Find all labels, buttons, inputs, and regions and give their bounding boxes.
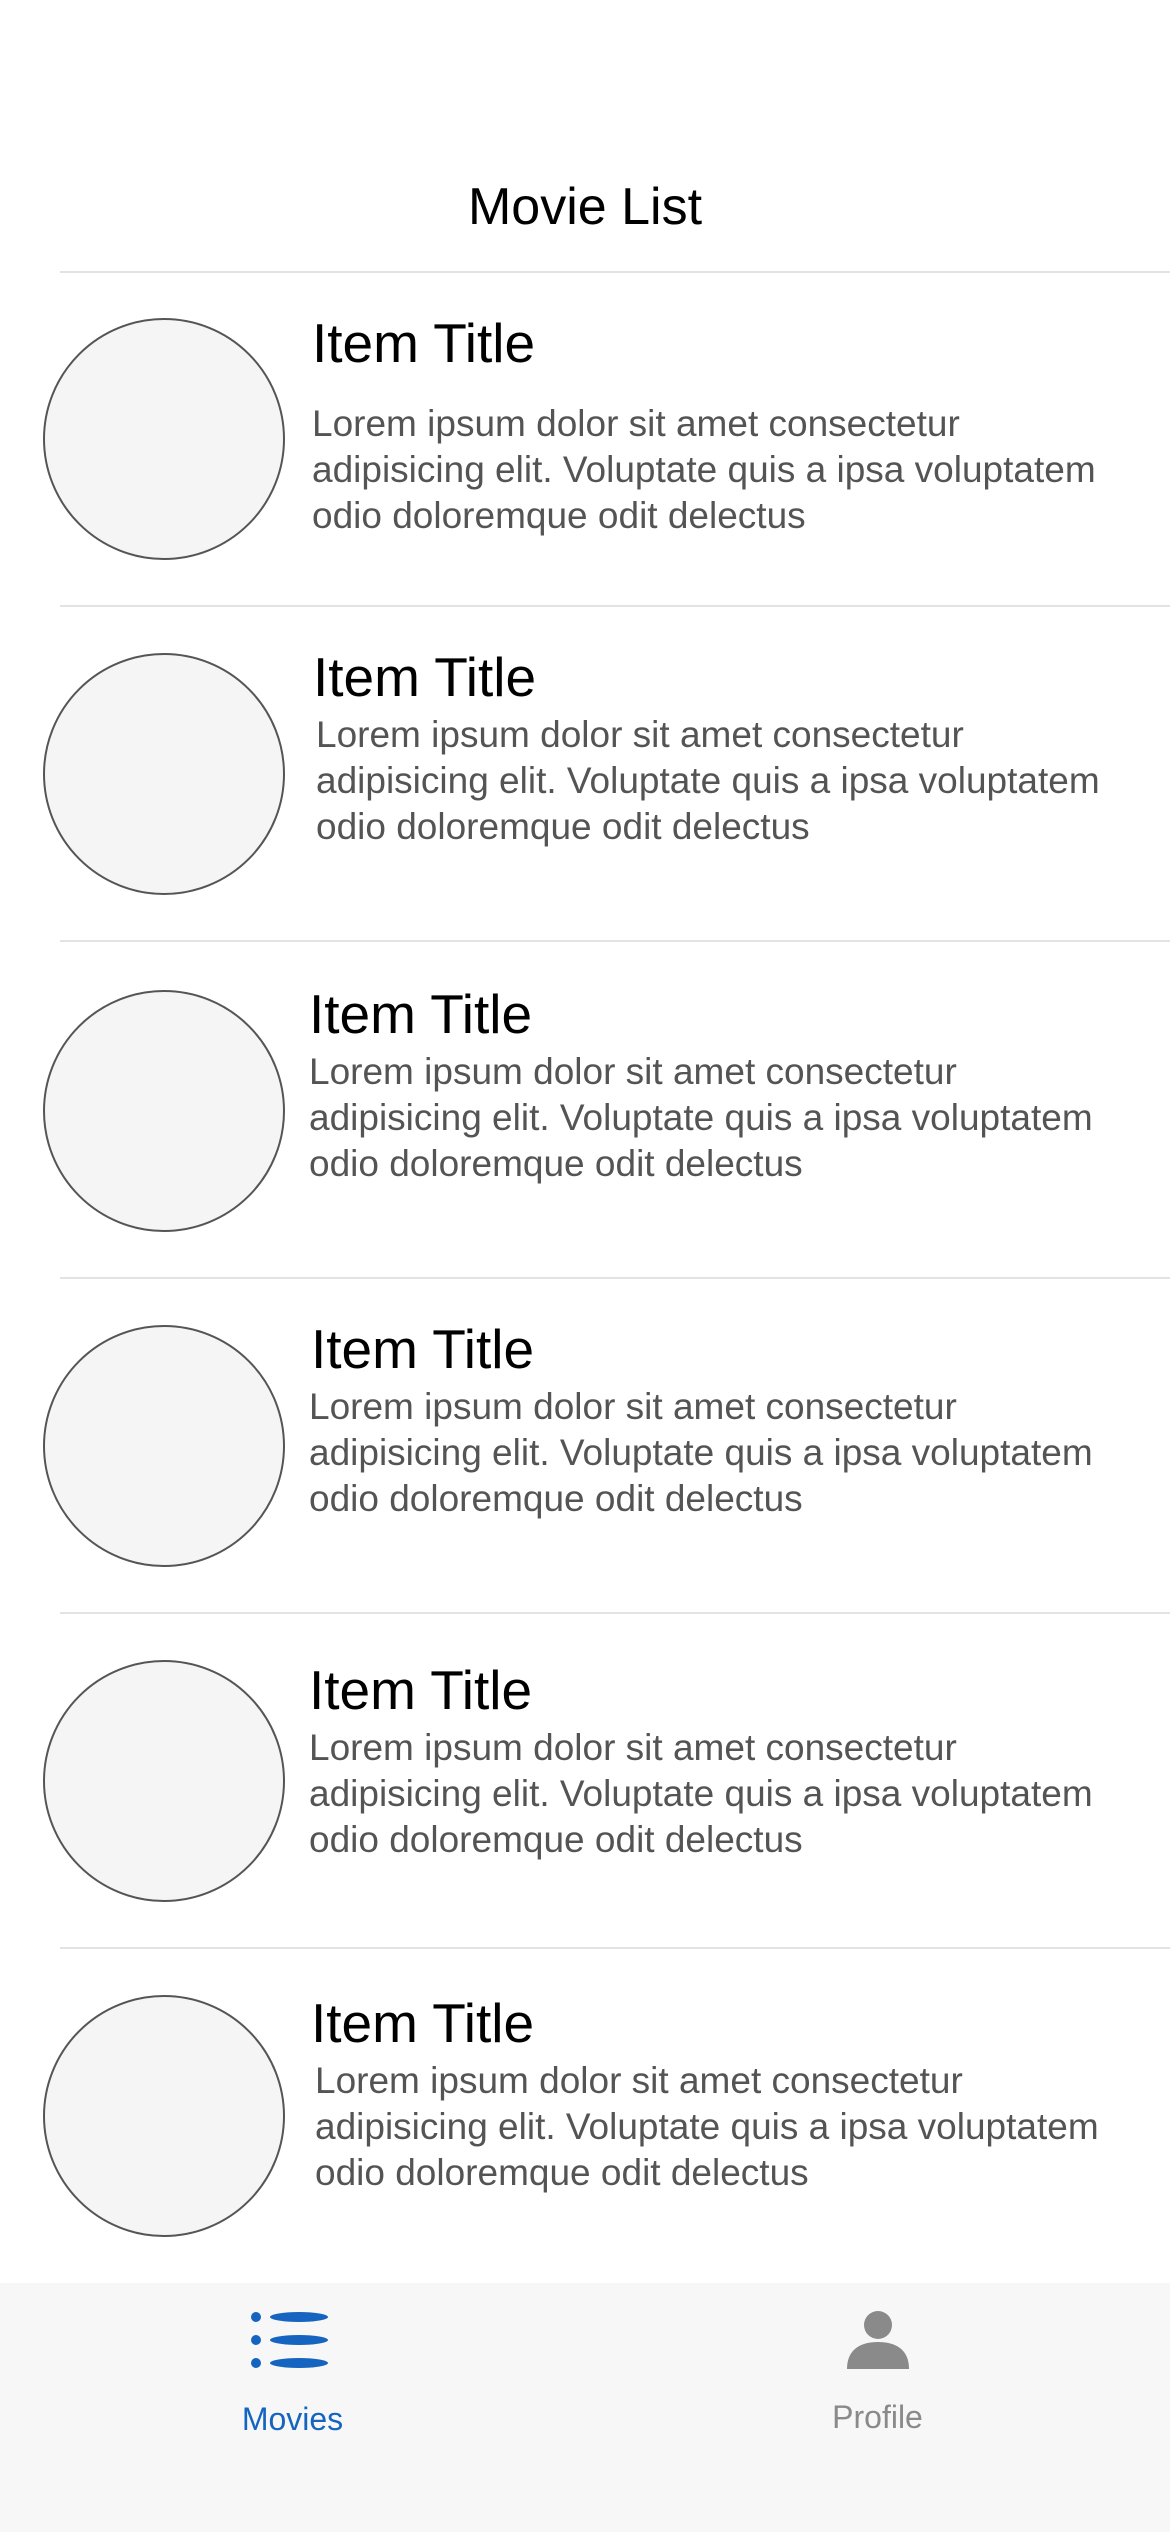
list-item[interactable]: Item Title Lorem ipsum dolor sit amet co… — [0, 1950, 1170, 2283]
list-icon — [250, 2312, 328, 2368]
divider — [60, 1612, 1170, 1614]
item-title: Item Title — [311, 1318, 535, 1380]
divider — [60, 1277, 1170, 1279]
tab-movies[interactable]: Movies — [0, 2283, 585, 2483]
avatar — [43, 990, 285, 1232]
person-icon — [846, 2311, 909, 2369]
list-item[interactable]: Item Title Lorem ipsum dolor sit amet co… — [0, 1615, 1170, 1949]
movie-list[interactable]: Item Title Lorem ipsum dolor sit amet co… — [0, 273, 1170, 2283]
list-item[interactable]: Item Title Lorem ipsum dolor sit amet co… — [0, 945, 1170, 1279]
item-title: Item Title — [312, 312, 536, 374]
avatar — [43, 1995, 285, 2237]
item-description: Lorem ipsum dolor sit amet consectetur a… — [316, 714, 1100, 847]
item-title: Item Title — [309, 1659, 533, 1721]
avatar — [43, 653, 285, 895]
divider — [60, 1947, 1170, 1949]
divider — [60, 940, 1170, 942]
tab-bar: Movies Profile — [0, 2283, 1170, 2532]
avatar — [43, 318, 285, 560]
divider — [60, 605, 1170, 607]
item-title: Item Title — [309, 983, 533, 1045]
item-title: Item Title — [313, 646, 537, 708]
item-title: Item Title — [311, 1992, 535, 2054]
tab-profile[interactable]: Profile — [585, 2283, 1170, 2483]
item-description: Lorem ipsum dolor sit amet consectetur a… — [309, 1727, 1093, 1860]
avatar — [43, 1325, 285, 1567]
header: Movie List — [0, 0, 1170, 273]
item-description: Lorem ipsum dolor sit amet consectetur a… — [309, 1386, 1093, 1519]
list-item[interactable]: Item Title Lorem ipsum dolor sit amet co… — [0, 273, 1170, 607]
list-item[interactable]: Item Title Lorem ipsum dolor sit amet co… — [0, 1280, 1170, 1614]
item-description: Lorem ipsum dolor sit amet consectetur a… — [312, 403, 1096, 536]
item-description: Lorem ipsum dolor sit amet consectetur a… — [309, 1051, 1093, 1184]
tab-label: Movies — [241, 2401, 344, 2437]
list-item[interactable]: Item Title Lorem ipsum dolor sit amet co… — [0, 608, 1170, 942]
tab-label: Profile — [832, 2399, 923, 2435]
avatar — [43, 1660, 285, 1902]
item-description: Lorem ipsum dolor sit amet consectetur a… — [315, 2060, 1099, 2193]
page-title: Movie List — [467, 178, 703, 236]
